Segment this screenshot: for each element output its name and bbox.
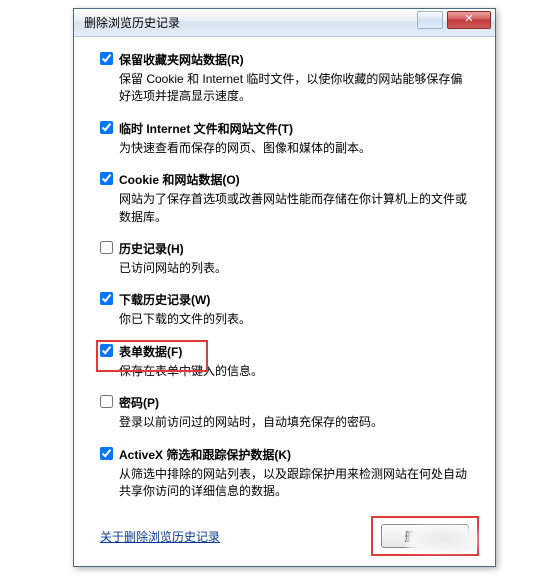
option-row[interactable]: 临时 Internet 文件和网站文件(T) (100, 120, 469, 137)
option-desc: 登录以前访问过的网站时，自动填充保存的密码。 (119, 414, 469, 431)
checkbox-activex-tracking[interactable] (100, 447, 113, 460)
option-passwords: 密码(P) 登录以前访问过的网站时，自动填充保存的密码。 (100, 394, 469, 431)
dialog-body: 保留收藏夹网站数据(R) 保留 Cookie 和 Internet 临时文件，以… (74, 37, 495, 514)
dialog-footer: 关于删除浏览历史记录 删除(D) (74, 514, 495, 566)
option-title: ActiveX 筛选和跟踪保护数据(K) (119, 446, 291, 463)
option-desc: 从筛选中排除的网站列表，以及跟踪保护用来检测网站在何处自动共享你访问的详细信息的… (119, 466, 469, 501)
option-desc: 保留 Cookie 和 Internet 临时文件，以使你收藏的网站能够保存偏好… (119, 71, 469, 106)
option-desc: 网站为了保存首选项或改善网站性能而存储在你计算机上的文件或数据库。 (119, 191, 469, 226)
help-link[interactable]: 关于删除浏览历史记录 (100, 528, 220, 545)
option-row[interactable]: 保留收藏夹网站数据(R) (100, 51, 469, 68)
option-row[interactable]: ActiveX 筛选和跟踪保护数据(K) (100, 446, 469, 463)
option-row[interactable]: 表单数据(F) (100, 343, 469, 360)
delete-browsing-history-dialog: 删除浏览历史记录 ✕ 保留收藏夹网站数据(R) 保留 Cookie 和 Inte… (73, 8, 496, 567)
checkbox-history[interactable] (100, 241, 113, 254)
option-title: Cookie 和网站数据(O) (119, 171, 240, 188)
delete-button[interactable]: 删除(D) (381, 524, 469, 548)
option-history: 历史记录(H) 已访问网站的列表。 (100, 240, 469, 277)
checkbox-temp-internet-files[interactable] (100, 121, 113, 134)
option-row[interactable]: Cookie 和网站数据(O) (100, 171, 469, 188)
option-title: 历史记录(H) (119, 240, 184, 257)
option-title: 表单数据(F) (119, 343, 182, 360)
option-title: 密码(P) (119, 394, 159, 411)
option-desc: 你已下载的文件的列表。 (119, 311, 469, 328)
option-title: 保留收藏夹网站数据(R) (119, 51, 244, 68)
option-activex-tracking: ActiveX 筛选和跟踪保护数据(K) 从筛选中排除的网站列表，以及跟踪保护用… (100, 446, 469, 501)
option-row[interactable]: 历史记录(H) (100, 240, 469, 257)
option-desc: 保存在表单中键入的信息。 (119, 363, 469, 380)
checkbox-passwords[interactable] (100, 395, 113, 408)
dialog-title: 删除浏览历史记录 (84, 14, 180, 31)
option-temp-internet-files: 临时 Internet 文件和网站文件(T) 为快速查看而保存的网页、图像和媒体… (100, 120, 469, 157)
option-row[interactable]: 密码(P) (100, 394, 469, 411)
checkbox-download-history[interactable] (100, 292, 113, 305)
help-button[interactable] (417, 11, 443, 29)
option-desc: 已访问网站的列表。 (119, 260, 469, 277)
checkbox-cookies[interactable] (100, 172, 113, 185)
option-title: 临时 Internet 文件和网站文件(T) (119, 120, 293, 137)
button-row: 删除(D) (381, 524, 469, 548)
option-preserve-favorites: 保留收藏夹网站数据(R) 保留 Cookie 和 Internet 临时文件，以… (100, 51, 469, 106)
titlebar[interactable]: 删除浏览历史记录 ✕ (74, 9, 495, 37)
option-title: 下载历史记录(W) (119, 291, 210, 308)
checkbox-preserve-favorites[interactable] (100, 52, 113, 65)
option-download-history: 下载历史记录(W) 你已下载的文件的列表。 (100, 291, 469, 328)
option-form-data: 表单数据(F) 保存在表单中键入的信息。 (100, 343, 469, 380)
close-button[interactable]: ✕ (447, 11, 491, 29)
option-cookies: Cookie 和网站数据(O) 网站为了保存首选项或改善网站性能而存储在你计算机… (100, 171, 469, 226)
checkbox-form-data[interactable] (100, 344, 113, 357)
option-desc: 为快速查看而保存的网页、图像和媒体的副本。 (119, 140, 469, 157)
option-row[interactable]: 下载历史记录(W) (100, 291, 469, 308)
